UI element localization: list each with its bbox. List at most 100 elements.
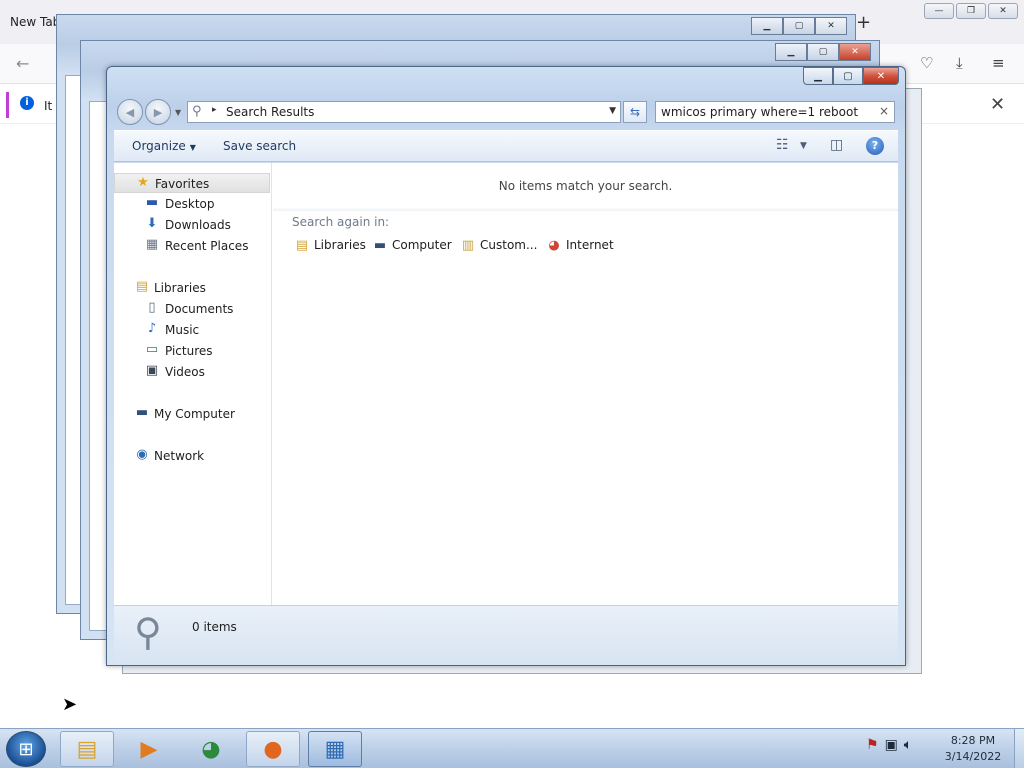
media-player-icon: ▶ [140, 736, 158, 762]
show-desktop-button[interactable] [1014, 729, 1024, 768]
recent-pages-dropdown-icon[interactable]: ▼ [175, 108, 181, 125]
minimize-button[interactable]: ▁ [803, 67, 833, 85]
clear-search-icon[interactable]: × [879, 104, 889, 118]
results-pane: No items match your search. Search again… [273, 163, 898, 605]
address-dropdown-icon[interactable]: ▼ [609, 106, 616, 116]
start-button[interactable]: ⊞ [6, 731, 46, 767]
nav-desktop[interactable]: ▬ Desktop [114, 194, 270, 214]
pictures-icon: ▭ [145, 342, 159, 357]
search-icon: ⚲ [192, 104, 202, 119]
nav-favorites[interactable]: ★ Favorites [114, 173, 270, 193]
maximize-button[interactable]: ▢ [833, 67, 863, 85]
nav-label: Libraries [154, 281, 206, 295]
chevron-down-icon: ▼ [189, 143, 196, 152]
nav-label: Documents [165, 302, 234, 316]
recent-places-icon: ▦ [145, 237, 159, 252]
close-button[interactable]: ✕ [863, 67, 899, 85]
forward-arrow-icon: ▶ [153, 105, 163, 119]
nav-label: Favorites [155, 177, 210, 191]
nav-label: Network [154, 449, 205, 463]
nav-videos[interactable]: ▣ Videos [114, 362, 270, 382]
breadcrumb-arrow-icon[interactable]: ▸ [212, 105, 217, 115]
nav-label: Music [165, 323, 200, 337]
firefox-close-button[interactable]: ✕ [988, 3, 1018, 19]
search-again-link-label: Custom... [480, 238, 538, 252]
nav-label: Recent Places [165, 239, 249, 253]
command-bar: Organize ▼ Save search ☷ ▼ ◫ ? [114, 130, 898, 162]
nav-pictures[interactable]: ▭ Pictures [114, 341, 270, 361]
network-tray-icon[interactable]: ▣ [885, 737, 898, 753]
background-window-controls: ▁ ▢ ✕ [751, 17, 847, 35]
search-again-computer[interactable]: ▬ Computer [372, 238, 452, 253]
computer-icon: ▬ [373, 238, 387, 253]
taskbar-windows-explorer[interactable]: ▤ [60, 731, 114, 767]
taskbar-control-panel[interactable]: ▦ [308, 731, 362, 767]
search-input[interactable]: wmicos primary where=1 reboot × [655, 101, 895, 123]
firefox-window-controls: — ❐ ✕ [924, 3, 1018, 19]
nav-label: Videos [165, 365, 205, 379]
volume-icon[interactable]: 🔈︎ [904, 737, 912, 753]
taskbar: ⊞ ▤ ▶ ◕ ● ▦ ⚑ ▣ 🔈︎ 8:28 PM 3/14/2022 [0, 728, 1024, 768]
taskbar-media-player[interactable]: ▶ [122, 731, 176, 767]
refresh-icon: ⇆ [629, 105, 641, 119]
taskbar-firefox[interactable]: ● [246, 731, 300, 767]
menu-icon[interactable]: ≡ [992, 54, 1005, 72]
organize-button[interactable]: Organize ▼ [132, 139, 196, 153]
search-again-link-label: Computer [392, 238, 452, 252]
close-icon[interactable]: ✕ [839, 43, 871, 61]
notification-close-icon[interactable]: ✕ [990, 94, 1005, 115]
libraries-icon: ▤ [135, 279, 149, 294]
clock[interactable]: 8:28 PM 3/14/2022 [940, 733, 1006, 765]
preview-pane-icon[interactable]: ◫ [830, 137, 843, 153]
new-tab-button[interactable]: + [856, 12, 871, 33]
nav-downloads[interactable]: ⬇ Downloads [114, 215, 270, 235]
nav-recent-places[interactable]: ▦ Recent Places [114, 236, 270, 256]
change-view-icon[interactable]: ☷ [776, 137, 789, 153]
save-search-button[interactable]: Save search [223, 139, 296, 153]
search-again-custom[interactable]: ▥ Custom... [460, 238, 538, 253]
breadcrumb-search-results[interactable]: Search Results [226, 105, 314, 119]
navigation-pane: ★ Favorites ▬ Desktop ⬇ Downloads ▦ Rece… [114, 163, 272, 605]
magnifier-icon: ⚲ [134, 610, 162, 654]
firefox-tab[interactable]: New Tab [10, 15, 60, 29]
minimize-icon[interactable]: ▁ [775, 43, 807, 61]
minimize-icon[interactable]: ▁ [751, 17, 783, 35]
view-options-dropdown-icon[interactable]: ▼ [800, 141, 807, 151]
nav-music[interactable]: ♪ Music [114, 320, 270, 340]
search-again-libraries[interactable]: ▤ Libraries [294, 238, 366, 253]
refresh-button[interactable]: ⇆ [623, 101, 647, 123]
nav-my-computer[interactable]: ▬ My Computer [114, 404, 270, 424]
clock-time: 8:28 PM [950, 734, 996, 747]
divider [273, 207, 898, 211]
pocket-icon[interactable]: ♡ [920, 54, 933, 72]
mouse-cursor-icon: ➤ [62, 694, 78, 715]
back-button[interactable]: ◀ [117, 99, 143, 125]
search-query[interactable]: wmicos primary where=1 reboot [661, 105, 858, 119]
help-button[interactable]: ? [866, 137, 884, 155]
background-window-controls: ▁ ▢ ✕ [775, 43, 871, 61]
maximize-icon[interactable]: ▢ [807, 43, 839, 61]
nav-libraries[interactable]: ▤ Libraries [114, 278, 270, 298]
computer-icon: ▬ [135, 405, 149, 420]
search-again-internet[interactable]: ◕ Internet [546, 238, 614, 253]
close-icon[interactable]: ✕ [815, 17, 847, 35]
search-again-link-label: Internet [566, 238, 614, 252]
notification-accent [6, 92, 9, 118]
firefox-restore-button[interactable]: ❐ [956, 3, 986, 19]
back-arrow-icon[interactable]: ← [16, 54, 29, 73]
nav-label: Downloads [165, 218, 231, 232]
nav-documents[interactable]: ▯ Documents [114, 299, 270, 319]
maximize-icon[interactable]: ▢ [783, 17, 815, 35]
explorer-window: ▁ ▢ ✕ ◀ ▶ ▼ ⚲ ▸ Search Results ▼ ⇆ wmico… [106, 66, 906, 666]
back-arrow-icon: ◀ [125, 105, 135, 119]
forward-button[interactable]: ▶ [145, 99, 171, 125]
download-icon[interactable]: ⤓ [956, 54, 963, 72]
nav-label: My Computer [154, 407, 235, 421]
nav-network[interactable]: ◉ Network [114, 446, 270, 466]
search-again-link-label: Libraries [314, 238, 366, 252]
address-bar[interactable]: ⚲ ▸ Search Results ▼ [187, 101, 621, 123]
firefox-minimize-button[interactable]: — [924, 3, 954, 19]
taskbar-chrome[interactable]: ◕ [184, 731, 238, 767]
libraries-icon: ▤ [295, 238, 309, 253]
action-center-icon[interactable]: ⚑ [866, 737, 879, 753]
